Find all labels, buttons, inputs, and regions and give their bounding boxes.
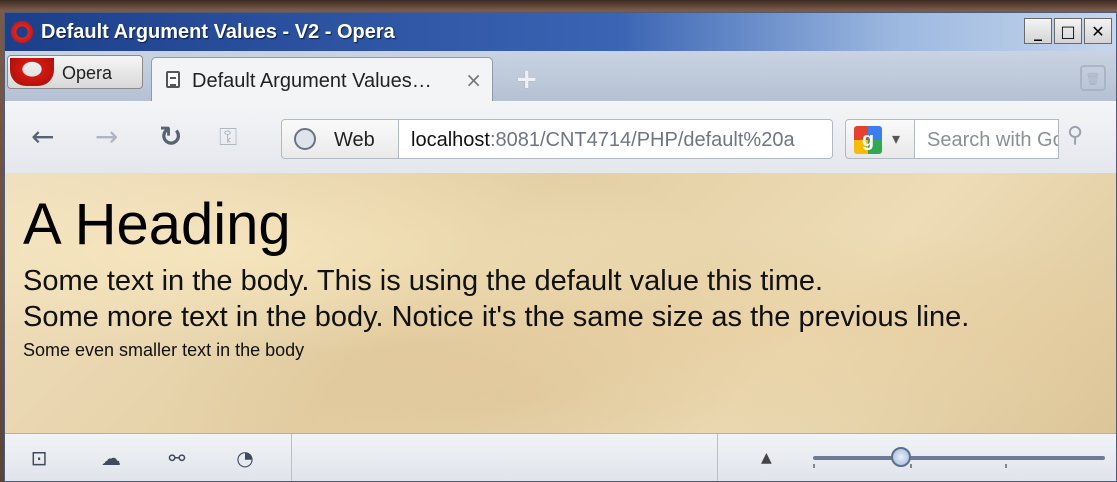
panel-toggle-icon[interactable]: ⊡ bbox=[27, 446, 51, 470]
url-text: localhost:8081/CNT4714/PHP/default%20a bbox=[411, 129, 795, 152]
status-divider bbox=[291, 434, 292, 481]
zoom-slider-track[interactable] bbox=[813, 456, 1105, 460]
status-bar: ⊡ ☁ ⚯ ◔ ▲ bbox=[5, 433, 1116, 481]
reload-button[interactable]: ↻ bbox=[159, 123, 182, 151]
opera-menu-button[interactable]: Opera bbox=[7, 55, 143, 89]
closed-tabs-trash-icon[interactable]: 🗑 bbox=[1080, 65, 1106, 91]
site-info-button[interactable]: Web bbox=[281, 119, 399, 159]
search-placeholder: Search with Google bbox=[927, 129, 1058, 151]
maximize-button[interactable]: □ bbox=[1054, 18, 1082, 44]
search-icon[interactable]: ⚲ bbox=[1067, 123, 1083, 148]
forward-button[interactable]: → bbox=[95, 123, 118, 151]
url-path: :8081/CNT4714/PHP/default%20a bbox=[489, 129, 795, 151]
zoom-tick bbox=[813, 464, 815, 468]
share-icon[interactable]: ⚯ bbox=[165, 446, 189, 470]
navigation-bar: ← → ↻ ⚿ Web localhost:8081/CNT4714/PHP/d… bbox=[5, 101, 1116, 174]
browser-window: Default Argument Values - V2 - Opera _ □… bbox=[4, 12, 1117, 482]
zoom-slider-thumb[interactable] bbox=[890, 447, 911, 467]
page-icon bbox=[166, 71, 180, 88]
page-heading: A Heading bbox=[23, 192, 291, 257]
site-info-label: Web bbox=[334, 129, 375, 151]
back-button[interactable]: ← bbox=[31, 123, 54, 151]
address-field[interactable]: localhost:8081/CNT4714/PHP/default%20a bbox=[399, 119, 833, 159]
url-host: localhost bbox=[411, 129, 490, 151]
chevron-down-icon: ▾ bbox=[892, 129, 901, 148]
new-tab-button[interactable]: + bbox=[515, 65, 538, 93]
page-content: A Heading Some text in the body. This is… bbox=[5, 173, 1116, 433]
google-icon: g bbox=[854, 126, 882, 154]
opera-menu-label: Opera bbox=[62, 63, 113, 83]
opera-logo-icon bbox=[10, 58, 54, 86]
body-text-line-3: Some even smaller text in the body bbox=[23, 340, 305, 360]
zoom-tick bbox=[910, 464, 912, 468]
tab-strip: Opera Default Argument Values… × + 🗑 bbox=[5, 51, 1116, 103]
close-button[interactable]: ✕ bbox=[1084, 18, 1112, 44]
speed-dial-icon[interactable]: ◔ bbox=[233, 446, 257, 470]
zoom-caret-icon[interactable]: ▲ bbox=[761, 450, 772, 466]
search-engine-selector[interactable]: g ▾ bbox=[845, 119, 915, 159]
tab-title: Default Argument Values… bbox=[192, 70, 432, 92]
title-bar[interactable]: Default Argument Values - V2 - Opera _ □… bbox=[5, 13, 1116, 51]
search-input[interactable]: Search with Google bbox=[915, 119, 1059, 159]
globe-icon bbox=[294, 128, 316, 150]
body-text-line-2: Some more text in the body. Notice it's … bbox=[23, 301, 970, 333]
zoom-tick bbox=[1005, 464, 1007, 468]
window-title: Default Argument Values - V2 - Opera bbox=[41, 21, 395, 43]
tab-close-icon[interactable]: × bbox=[465, 68, 482, 92]
trash-icon: 🗑 bbox=[1085, 72, 1101, 86]
body-text-line-1: Some text in the body. This is using the… bbox=[23, 265, 824, 297]
status-divider bbox=[717, 434, 718, 481]
cloud-icon[interactable]: ☁ bbox=[99, 446, 123, 470]
window-controls: _ □ ✕ bbox=[1024, 18, 1112, 44]
opera-logo-icon bbox=[11, 21, 33, 43]
tab-default-argument-values[interactable]: Default Argument Values… × bbox=[151, 57, 493, 103]
minimize-button[interactable]: _ bbox=[1024, 18, 1052, 44]
key-icon[interactable]: ⚿ bbox=[219, 123, 237, 151]
